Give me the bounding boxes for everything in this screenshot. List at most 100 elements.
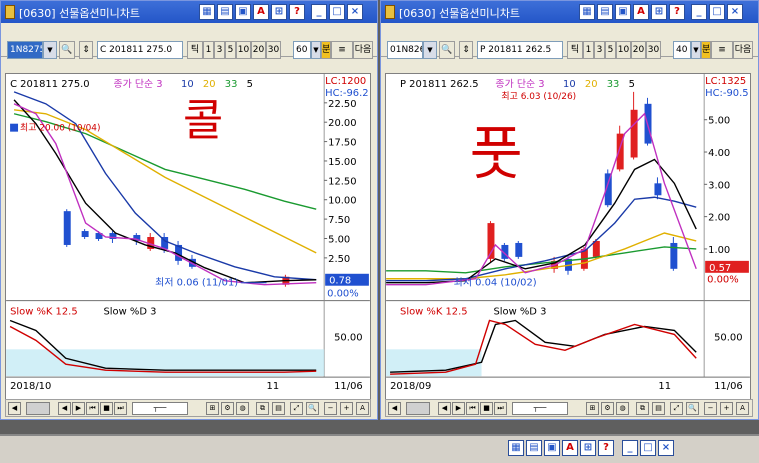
maximize-icon[interactable]: □ xyxy=(709,4,725,20)
tool-5[interactable]: 5 xyxy=(605,41,616,59)
left-titlebar[interactable]: [0630] 선물옵션미니차트 ▦ ▤ ▣ A ⊞ ? _ □ × xyxy=(1,1,377,23)
print-icon[interactable]: ▤ xyxy=(217,4,233,20)
period-combo[interactable]: 40 xyxy=(673,41,691,59)
scroll-thumb[interactable] xyxy=(406,402,430,415)
code-combo[interactable]: 1N8275 xyxy=(7,41,43,59)
period-combo[interactable]: 60 xyxy=(293,41,311,59)
next-button[interactable]: 다음 xyxy=(733,41,753,59)
tool-5[interactable]: 5 xyxy=(225,41,236,59)
tools-icon[interactable]: ⚙ xyxy=(221,402,234,415)
tool-20[interactable]: 20 xyxy=(631,41,646,59)
layout-icon[interactable]: ▦ xyxy=(199,4,215,20)
updown-icon[interactable]: ⇕ xyxy=(79,41,93,59)
zoom-icon[interactable]: 🔍 xyxy=(306,402,319,415)
first-icon[interactable]: ◀ xyxy=(438,402,451,415)
text-icon[interactable]: A xyxy=(356,402,369,415)
text-icon[interactable]: A xyxy=(736,402,749,415)
font-icon[interactable]: A xyxy=(562,440,578,456)
zoom-in-icon[interactable]: + xyxy=(340,402,353,415)
next-button[interactable]: 다음 xyxy=(353,41,373,59)
help-icon[interactable]: ? xyxy=(669,4,685,20)
next-icon[interactable]: ⏭ xyxy=(114,402,127,415)
color-icon[interactable]: ◍ xyxy=(236,402,249,415)
print-icon[interactable]: ▤ xyxy=(526,440,542,456)
save-icon[interactable]: ▣ xyxy=(235,4,251,20)
scroll-left-icon[interactable]: ◀ xyxy=(8,402,21,415)
chart-settings-icon[interactable]: ⊞ xyxy=(206,402,219,415)
symbol-field[interactable]: P 201811 262.5 xyxy=(477,41,563,59)
zoom-out-icon[interactable]: − xyxy=(324,402,337,415)
third-window-titlebar[interactable]: ▦ ▤ ▣ A ⊞ ? _ □ × xyxy=(0,434,759,463)
tool-3[interactable]: 3 xyxy=(594,41,605,59)
minute-button[interactable]: 분 xyxy=(321,41,331,59)
right-titlebar[interactable]: [0630] 선물옵션미니차트 ▦ ▤ ▣ A ⊞ ? _ □ × xyxy=(381,1,758,23)
minimize-icon[interactable]: _ xyxy=(622,440,638,456)
code-combo[interactable]: 01N8262 xyxy=(387,41,423,59)
grid-icon[interactable]: ⊞ xyxy=(271,4,287,20)
code-dropdown[interactable]: ▼ xyxy=(423,41,437,59)
copy-icon[interactable]: ⧉ xyxy=(636,402,649,415)
tool-20[interactable]: 20 xyxy=(251,41,266,59)
zoom-slider[interactable]: ┬── xyxy=(132,402,188,415)
tools-icon[interactable]: ⚙ xyxy=(601,402,614,415)
table-icon[interactable]: ▤ xyxy=(272,402,285,415)
zoom-icon[interactable]: 🔍 xyxy=(686,402,699,415)
right-chart-area[interactable]: 5.00 4.00 3.00 2.00 1.00 P 201811 262.5 종가 단… xyxy=(385,73,751,403)
view-button[interactable]: ≡ xyxy=(331,41,353,59)
table-icon[interactable]: ▤ xyxy=(652,402,665,415)
save-icon[interactable]: ▣ xyxy=(615,4,631,20)
prev-icon[interactable]: ⏮ xyxy=(466,402,479,415)
print-icon[interactable]: ▤ xyxy=(597,4,613,20)
save-icon[interactable]: ▣ xyxy=(544,440,560,456)
scroll-left-icon[interactable]: ◀ xyxy=(388,402,401,415)
grid-icon[interactable]: ⊞ xyxy=(651,4,667,20)
close-icon[interactable]: × xyxy=(658,440,674,456)
chart-settings-icon[interactable]: ⊞ xyxy=(586,402,599,415)
maximize-icon[interactable]: □ xyxy=(640,440,656,456)
tool-1[interactable]: 1 xyxy=(203,41,214,59)
tool-1[interactable]: 1 xyxy=(583,41,594,59)
search-icon[interactable]: 🔍 xyxy=(439,41,455,59)
tool-3[interactable]: 3 xyxy=(214,41,225,59)
first-icon[interactable]: ◀ xyxy=(58,402,71,415)
color-icon[interactable]: ◍ xyxy=(616,402,629,415)
close-icon[interactable]: × xyxy=(347,4,363,20)
code-dropdown[interactable]: ▼ xyxy=(43,41,57,59)
minimize-icon[interactable]: _ xyxy=(311,4,327,20)
stop-icon[interactable]: ■ xyxy=(100,402,113,415)
grid-icon[interactable]: ⊞ xyxy=(580,440,596,456)
period-dropdown[interactable]: ▼ xyxy=(691,41,701,59)
period-dropdown[interactable]: ▼ xyxy=(311,41,321,59)
view-button[interactable]: ≡ xyxy=(711,41,733,59)
stop-icon[interactable]: ■ xyxy=(480,402,493,415)
layout-icon[interactable]: ▦ xyxy=(579,4,595,20)
help-icon[interactable]: ? xyxy=(289,4,305,20)
tool-tick[interactable]: 틱 xyxy=(187,41,203,59)
tool-30[interactable]: 30 xyxy=(646,41,661,59)
font-icon[interactable]: A xyxy=(633,4,649,20)
tool-tick[interactable]: 틱 xyxy=(567,41,583,59)
zoom-out-icon[interactable]: − xyxy=(704,402,717,415)
tool-10[interactable]: 10 xyxy=(616,41,631,59)
zoom-slider[interactable]: ┬── xyxy=(512,402,568,415)
tool-10[interactable]: 10 xyxy=(236,41,251,59)
layout-icon[interactable]: ▦ xyxy=(508,440,524,456)
tool-30[interactable]: 30 xyxy=(266,41,281,59)
expand-icon[interactable]: ⤢ xyxy=(670,402,683,415)
font-icon[interactable]: A xyxy=(253,4,269,20)
copy-icon[interactable]: ⧉ xyxy=(256,402,269,415)
minimize-icon[interactable]: _ xyxy=(691,4,707,20)
symbol-field[interactable]: C 201811 275.0 xyxy=(97,41,183,59)
close-icon[interactable]: × xyxy=(727,4,743,20)
updown-icon[interactable]: ⇕ xyxy=(459,41,473,59)
play-icon[interactable]: ▶ xyxy=(72,402,85,415)
left-chart-area[interactable]: 22.50 20.00 17.50 15.00 12.50 10.00 7.50 5.00 2.… xyxy=(5,73,371,403)
play-icon[interactable]: ▶ xyxy=(452,402,465,415)
prev-icon[interactable]: ⏮ xyxy=(86,402,99,415)
maximize-icon[interactable]: □ xyxy=(329,4,345,20)
minute-button[interactable]: 분 xyxy=(701,41,711,59)
next-icon[interactable]: ⏭ xyxy=(494,402,507,415)
zoom-in-icon[interactable]: + xyxy=(720,402,733,415)
help-icon[interactable]: ? xyxy=(598,440,614,456)
expand-icon[interactable]: ⤢ xyxy=(290,402,303,415)
